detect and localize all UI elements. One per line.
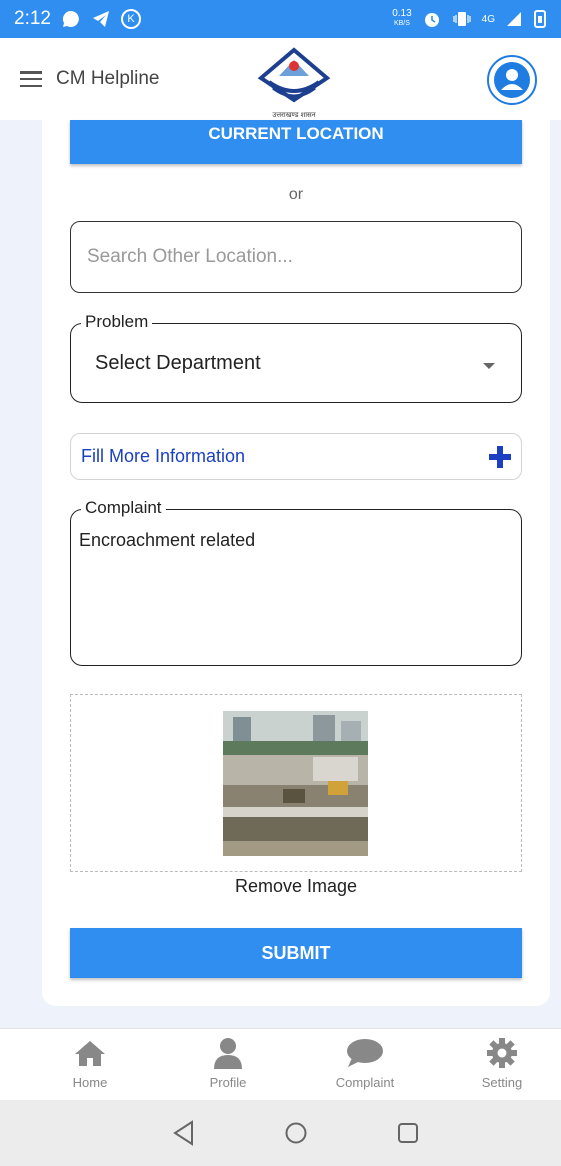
dropdown-caret-icon (483, 363, 495, 369)
user-icon (494, 62, 530, 98)
menu-icon[interactable] (20, 71, 42, 87)
tab-complaint-label: Complaint (335, 1075, 395, 1090)
bottom-tab-bar: Home Profile Complaint Setting (0, 1028, 561, 1100)
person-icon (214, 1038, 242, 1069)
tab-home-label: Home (72, 1075, 108, 1090)
image-upload-area[interactable] (70, 694, 522, 872)
status-bar: 2:12 K 0.13 KB/S 4G (0, 0, 561, 38)
telegram-icon (92, 11, 109, 27)
fill-more-info-label: Fill More Information (81, 446, 246, 466)
status-time: 2:12 (14, 8, 51, 29)
home-icon (75, 1041, 105, 1066)
or-separator: or (288, 186, 304, 203)
speed-value: 0.13 (392, 8, 412, 19)
network-type: 4G (481, 13, 495, 25)
speed-unit: KB/S (393, 20, 410, 27)
chat-bubble-icon (347, 1039, 383, 1067)
complaint-legend: Complaint (81, 498, 166, 518)
current-location-label: CURRENT LOCATION (208, 124, 384, 143)
current-location-button[interactable]: CURRENT LOCATION (70, 120, 522, 164)
back-icon[interactable] (172, 1120, 196, 1146)
fill-more-info-button[interactable]: Fill More Information (70, 433, 522, 480)
app-title: CM Helpline (56, 68, 160, 89)
plus-icon[interactable] (489, 445, 511, 468)
message-icon (62, 10, 79, 27)
problem-select[interactable]: Problem Select Department (70, 312, 522, 403)
complaint-text: Encroachment related (79, 530, 256, 550)
alarm-icon (424, 13, 439, 27)
submit-button[interactable]: SUBMIT (70, 928, 522, 978)
complaint-textarea[interactable]: Complaint Encroachment related (70, 498, 522, 666)
tab-profile[interactable]: Profile (178, 1035, 278, 1090)
tab-profile-label: Profile (209, 1075, 247, 1090)
battery-icon (534, 10, 546, 28)
gear-icon (487, 1038, 517, 1068)
recents-icon[interactable] (396, 1120, 420, 1146)
tab-setting[interactable]: Setting (452, 1035, 552, 1090)
home-nav-icon[interactable] (284, 1120, 308, 1146)
app-header: CM Helpline उत्तराखण्ड शासन (0, 38, 561, 120)
vibrate-icon (453, 12, 471, 26)
signal-icon (507, 12, 521, 26)
system-nav-bar (0, 1100, 561, 1166)
network-speed: 0.13 KB/S (392, 9, 411, 29)
logo-caption: उत्तराखण्ड शासन (272, 112, 316, 119)
remove-image-button[interactable]: Remove Image (0, 876, 561, 897)
search-location-input[interactable] (70, 221, 522, 293)
tab-complaint[interactable]: Complaint (315, 1035, 415, 1090)
uploaded-photo (223, 711, 368, 856)
profile-avatar-button[interactable] (487, 55, 537, 105)
tab-setting-label: Setting (481, 1075, 523, 1090)
problem-legend: Problem (81, 312, 153, 332)
uttarakhand-logo: उत्तराखण्ड शासन (255, 46, 333, 119)
problem-selected-value: Select Department (95, 352, 261, 374)
k-circle-icon: K (120, 9, 141, 29)
tab-home[interactable]: Home (40, 1035, 140, 1090)
